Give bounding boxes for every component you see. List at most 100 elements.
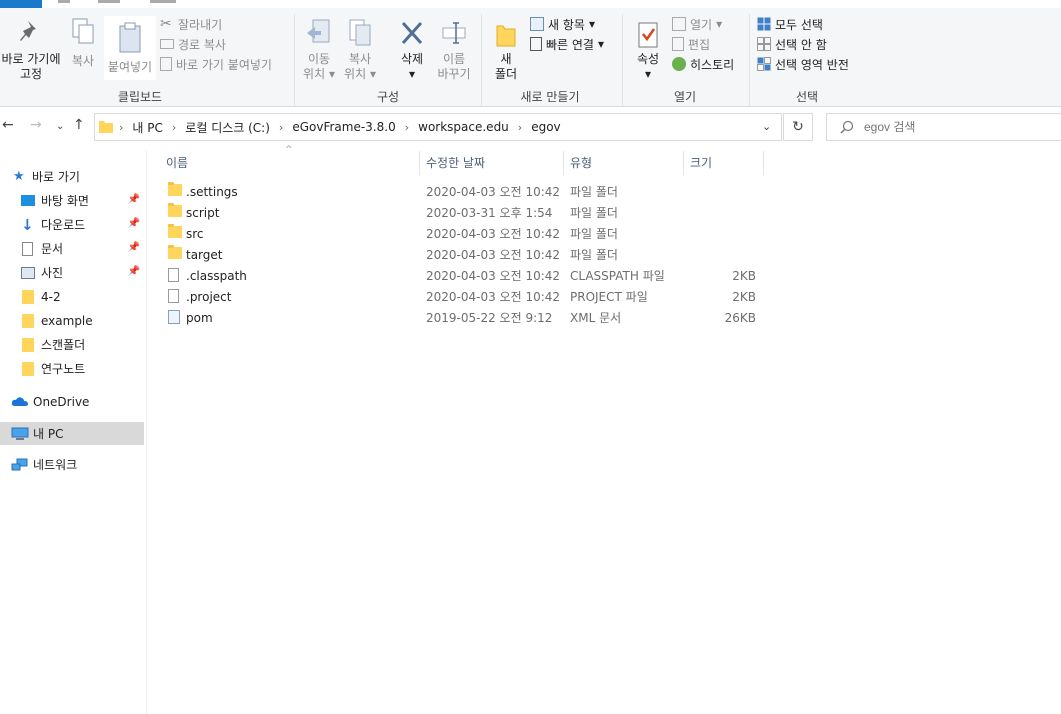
breadcrumb-item[interactable]: eGovFrame-3.8.0 [292, 120, 395, 134]
invert-selection-button[interactable]: 선택 영역 반전 [757, 54, 849, 74]
new-item-dropdown-icon: ▾ [588, 17, 595, 31]
file-row[interactable]: .project 2020-04-03 오전 10:42 PROJECT 파일 … [160, 286, 764, 307]
easy-access-icon [530, 37, 542, 51]
nav-item-label: 스캔폴더 [41, 338, 86, 352]
history-icon [672, 57, 686, 71]
nav-network-label: 네트워크 [33, 458, 78, 472]
nav-item-pictures[interactable]: 사진 📌 [0, 261, 144, 284]
nav-item-label: 문서 [41, 242, 64, 256]
delete-button[interactable]: 삭제 ▾ [392, 16, 432, 82]
rename-button[interactable]: 이름 바꾸기 [434, 16, 474, 82]
new-folder-button[interactable]: 새 폴더 [488, 16, 524, 82]
file-type: PROJECT 파일 [570, 290, 648, 304]
tab-home[interactable] [58, 0, 70, 3]
tab-view[interactable] [150, 0, 176, 3]
nav-item-folder[interactable]: 스캔폴더 [0, 333, 144, 356]
back-icon[interactable]: ← [2, 117, 14, 133]
file-row[interactable]: script 2020-03-31 오후 1:54 파일 폴더 [160, 202, 764, 223]
pane-divider[interactable] [146, 150, 147, 714]
file-row[interactable]: .classpath 2020-04-03 오전 10:42 CLASSPATH… [160, 265, 764, 286]
copy-icon [72, 18, 94, 44]
breadcrumb-item[interactable]: egov [531, 120, 560, 134]
select-none-button[interactable]: 선택 안 함 [757, 34, 849, 54]
folder-icon [22, 337, 34, 352]
folder-icon [22, 313, 34, 328]
breadcrumb-item[interactable]: 내 PC [132, 119, 162, 136]
copy-path-button[interactable]: 경로 복사 [160, 34, 272, 54]
file-row[interactable]: target 2020-04-03 오전 10:42 파일 폴더 [160, 244, 764, 265]
chevron-right-icon: › [517, 120, 523, 134]
file-type: CLASSPATH 파일 [570, 269, 665, 283]
file-row[interactable]: pom 2019-05-22 오전 9:12 XML 문서 26KB [160, 307, 764, 328]
select-none-icon [757, 37, 771, 51]
file-row[interactable]: src 2020-04-03 오전 10:42 파일 폴더 [160, 223, 764, 244]
nav-item-folder[interactable]: 4-2 [0, 285, 144, 308]
open-button[interactable]: 열기 ▾ [672, 14, 734, 34]
nav-item-folder[interactable]: 연구노트 [0, 357, 144, 380]
up-icon[interactable]: ↑ [73, 117, 85, 133]
invert-selection-icon [757, 57, 771, 71]
copy-to-button[interactable]: 복사 위치 ▾ [340, 16, 380, 82]
paste-button[interactable]: 붙여넣기 [104, 16, 156, 80]
select-all-button[interactable]: 모두 선택 [757, 14, 849, 34]
nav-quick-access[interactable]: ★ 바로 가기 [0, 165, 144, 188]
easy-access-label: 빠른 연결 [546, 37, 594, 52]
properties-label: 속성 [636, 52, 660, 66]
pin-icon[interactable]: 📌 [128, 242, 140, 253]
nav-item-documents[interactable]: 문서 📌 [0, 237, 144, 260]
file-name: .project [186, 289, 232, 304]
tab-share[interactable] [98, 0, 120, 3]
pin-icon[interactable]: 📌 [128, 194, 140, 205]
pin-icon[interactable]: 📌 [128, 218, 140, 229]
forward-icon[interactable]: → [30, 117, 42, 133]
nav-item-label: 사진 [41, 266, 64, 280]
cut-button[interactable]: ✂ 잘라내기 [160, 14, 272, 34]
nav-this-pc[interactable]: 내 PC [0, 422, 144, 445]
search-input[interactable] [862, 116, 1056, 138]
file-tab[interactable] [0, 0, 42, 8]
paste-shortcut-button[interactable]: 바로 가기 붙여넣기 [160, 54, 272, 74]
new-item-button[interactable]: 새 항목 ▾ [530, 14, 604, 34]
edit-button[interactable]: 편집 [672, 34, 734, 54]
breadcrumb-item[interactable]: workspace.edu [418, 120, 509, 134]
move-to-button[interactable]: 이동 위치 ▾ [300, 16, 338, 82]
delete-icon [401, 21, 423, 45]
nav-item-downloads[interactable]: ↓ 다운로드 📌 [0, 213, 144, 236]
easy-access-dropdown-icon: ▾ [597, 37, 605, 51]
column-separator[interactable] [763, 151, 764, 175]
file-name: pom [186, 310, 213, 325]
column-header-size[interactable]: 크기 [684, 151, 762, 173]
recent-locations-icon[interactable]: ⌄ [56, 121, 64, 132]
rename-icon [442, 22, 466, 44]
desktop-icon [21, 195, 35, 206]
column-header-name[interactable]: 이름 [160, 151, 418, 173]
file-row[interactable]: .settings 2020-04-03 오전 10:42 파일 폴더 [160, 181, 764, 202]
nav-item-label: 다운로드 [41, 218, 86, 232]
nav-network[interactable]: 네트워크 [0, 453, 144, 476]
nav-item-desktop[interactable]: 바탕 화면 📌 [0, 189, 144, 212]
pin-icon[interactable]: 📌 [128, 266, 140, 277]
copy-button[interactable]: 복사 [64, 14, 102, 69]
easy-access-button[interactable]: 빠른 연결 ▾ [530, 34, 604, 54]
edit-label: 편집 [688, 37, 711, 52]
file-name: .settings [186, 184, 238, 199]
nav-onedrive[interactable]: OneDrive [0, 390, 144, 413]
column-header-type[interactable]: 유형 [564, 151, 682, 173]
new-folder-label-2: 폴더 [494, 67, 518, 81]
open-dropdown-icon: ▾ [716, 17, 723, 31]
address-dropdown-icon[interactable]: ⌄ [762, 120, 771, 133]
ribbon-separator [622, 14, 623, 106]
new-group-label: 새로 만들기 [520, 90, 580, 104]
nav-item-folder[interactable]: example [0, 309, 144, 332]
pin-quick-access-button[interactable]: 바로 가기에 고정 [0, 14, 62, 82]
open-icon [672, 17, 686, 31]
properties-button[interactable]: 속성 ▾ [628, 16, 668, 82]
breadcrumb-item[interactable]: 로컬 디스크 (C:) [185, 119, 270, 136]
delete-dropdown-icon: ▾ [408, 67, 416, 81]
refresh-icon[interactable]: ↻ [783, 113, 813, 141]
paste-shortcut-label: 바로 가기 붙여넣기 [176, 57, 272, 72]
column-header-date[interactable]: 수정한 날짜 [420, 151, 562, 173]
file-name: target [186, 247, 223, 262]
history-button[interactable]: 히스토리 [672, 54, 734, 74]
folder-icon [168, 203, 182, 217]
